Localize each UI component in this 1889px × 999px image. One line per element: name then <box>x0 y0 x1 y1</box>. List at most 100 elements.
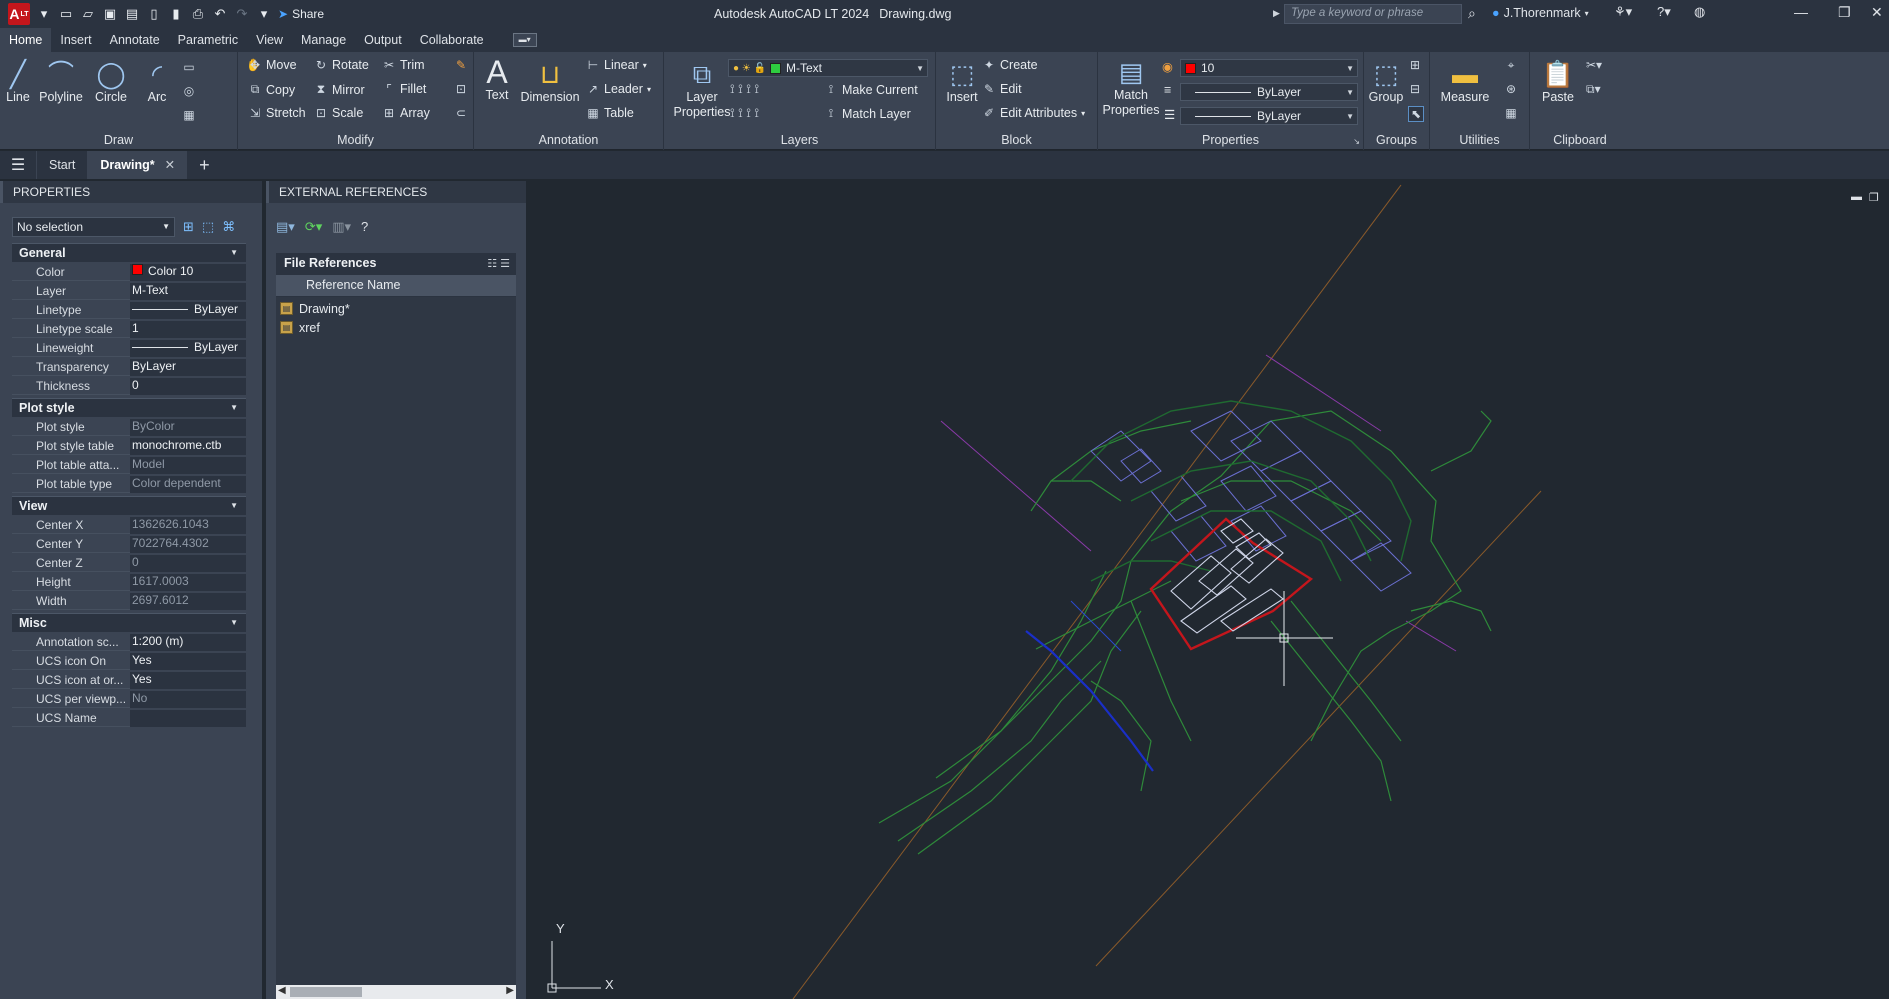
customize-qat-icon[interactable]: ▾ <box>256 6 272 22</box>
tab-collaborate[interactable]: Collaborate <box>411 28 493 52</box>
new-tab-icon[interactable]: + <box>187 155 222 176</box>
application-menu-button[interactable]: A LT <box>8 3 30 25</box>
color-wheel-icon[interactable]: ◉ <box>1162 59 1173 74</box>
lineweight-icon[interactable]: ≡ <box>1164 83 1171 97</box>
id-point-icon[interactable]: ⌖ <box>1504 58 1518 73</box>
autodesk-app-store-icon[interactable]: ⚘▾ <box>1614 4 1632 20</box>
prop-row-plot-style-table[interactable]: Plot style table monochrome.ctb <box>12 436 246 455</box>
save-icon[interactable]: ▣ <box>102 6 118 22</box>
clipboard-panel-title[interactable]: Clipboard <box>1530 130 1630 150</box>
attach-dwg-icon[interactable]: ▤▾ <box>276 219 295 235</box>
lineweight-dropdown[interactable]: ByLayer ▼ <box>1180 83 1358 101</box>
tab-annotate[interactable]: Annotate <box>101 28 169 52</box>
make-current-button[interactable]: ⟟ Make Current <box>824 82 918 97</box>
horizontal-scrollbar[interactable]: ◀ ▶ <box>276 985 516 999</box>
mirror-button[interactable]: ⧗ Mirror <box>314 82 365 97</box>
rotate-button[interactable]: ↻ Rotate <box>314 58 369 72</box>
tab-insert[interactable]: Insert <box>51 28 100 52</box>
change-path-icon[interactable]: ▥▾ <box>332 219 351 235</box>
toggle-pickadd-icon[interactable]: ⊞ <box>183 219 194 235</box>
open-from-web-icon[interactable]: ▯ <box>146 6 162 22</box>
layer-tools-row2-icons[interactable]: ⟟ ⟟ ⟟ ⟟ <box>730 106 759 121</box>
prop-row-center-z[interactable]: Center Z0 <box>12 553 246 572</box>
section-general[interactable]: General ▼ <box>12 243 246 262</box>
scroll-right-icon[interactable]: ▶ <box>506 985 514 996</box>
polyline-button[interactable]: ⌒ Polyline <box>38 58 84 104</box>
match-properties-button[interactable]: ▤ Match Properties <box>1102 56 1160 118</box>
modify-panel-title[interactable]: Modify <box>238 130 473 150</box>
cut-icon[interactable]: ✂▾ <box>1586 58 1602 72</box>
prop-row-height[interactable]: Height 1617.0003 <box>12 572 246 591</box>
menu-icon[interactable]: ☰ <box>0 155 36 175</box>
drawing-canvas[interactable]: ▬ ❐ Y X <box>531 181 1889 999</box>
section-misc[interactable]: Misc ▼ <box>12 613 246 632</box>
linetype-dropdown[interactable]: ByLayer ▼ <box>1180 107 1358 125</box>
block-panel-title[interactable]: Block <box>936 130 1097 150</box>
new-file-icon[interactable]: ▭ <box>58 6 74 22</box>
help-icon[interactable]: ?▾ <box>1657 4 1671 20</box>
section-plot-style[interactable]: Plot style ▼ <box>12 398 246 417</box>
save-to-web-icon[interactable]: ▮ <box>168 6 184 22</box>
tab-output[interactable]: Output <box>355 28 411 52</box>
erase-icon[interactable]: ✎ <box>454 58 468 72</box>
close-icon[interactable]: ✕ <box>1871 4 1883 21</box>
rectangle-icon[interactable]: ▭ <box>182 60 196 74</box>
prop-row-center-y[interactable]: Center Y 7022764.4302 <box>12 534 246 553</box>
save-as-icon[interactable]: ▤ <box>124 6 140 22</box>
list-view-icon[interactable]: ☷ ☰ <box>487 257 510 270</box>
linear-button[interactable]: ⊢ Linear ▾ <box>586 58 647 72</box>
layer-properties-button[interactable]: ⧉ Layer Properties <box>672 58 732 120</box>
calculator-icon[interactable]: ▦ <box>1504 106 1518 120</box>
offset-icon[interactable]: ⊂ <box>454 106 468 120</box>
refresh-icon[interactable]: ⟳▾ <box>305 219 322 235</box>
prop-row-width[interactable]: Width 2697.6012 <box>12 591 246 610</box>
help-icon[interactable]: ? <box>361 219 368 235</box>
prop-row-plot-table-type[interactable]: Plot table type Color dependent <box>12 474 246 493</box>
group-selection-icon[interactable]: ⬉ <box>1408 106 1424 122</box>
utilities-panel-title[interactable]: Utilities <box>1430 130 1529 150</box>
prop-row-color[interactable]: Color Color 10 <box>12 262 246 281</box>
plot-icon[interactable]: ⎙ <box>190 6 206 22</box>
minimize-icon[interactable]: — <box>1794 4 1808 20</box>
dialog-launcher-icon[interactable]: ↘ <box>1353 137 1360 146</box>
ribbon-minimize-toggle[interactable]: ▬▾ <box>512 33 537 47</box>
copy-clip-icon[interactable]: ⧉▾ <box>1586 82 1601 97</box>
annotation-panel-title[interactable]: Annotation <box>474 130 663 150</box>
scroll-left-icon[interactable]: ◀ <box>278 985 286 996</box>
ungroup-icon[interactable]: ⊞ <box>1408 58 1422 72</box>
selection-dropdown[interactable]: No selection ▼ <box>12 217 175 237</box>
explode-icon[interactable]: ⊡ <box>454 82 468 96</box>
search-icon[interactable]: ⌕ <box>1468 5 1476 22</box>
color-dropdown[interactable]: 10 ▼ <box>1180 59 1358 77</box>
move-button[interactable]: ✥ Move <box>248 58 297 72</box>
text-button[interactable]: A Text <box>482 56 512 102</box>
feedback-icon[interactable]: ◍ <box>1694 4 1705 20</box>
reference-name-column[interactable]: Reference Name <box>276 275 516 297</box>
user-account-button[interactable]: ● J.Thorenmark ▾ <box>1492 6 1589 20</box>
prop-row-linetype-scale[interactable]: Linetype scale 1 <box>12 319 246 338</box>
arc-button[interactable]: ◜ Arc <box>140 58 174 104</box>
layer-dropdown[interactable]: ● ☀ 🔓 M-Text ▼ <box>728 59 928 77</box>
quick-select-icon[interactable]: ⌘ <box>222 219 235 235</box>
close-tab-icon[interactable]: ✕ <box>165 151 175 179</box>
edit-block-button[interactable]: ✎ Edit <box>982 82 1022 96</box>
copy-button[interactable]: ⧉ Copy <box>248 82 295 97</box>
section-view[interactable]: View ▼ <box>12 496 246 515</box>
restore-icon[interactable]: ❐ <box>1838 4 1851 21</box>
open-folder-icon[interactable]: ▱ <box>80 6 96 22</box>
search-expand-icon[interactable]: ▶ <box>1273 8 1280 19</box>
prop-row-linetype[interactable]: Linetype ByLayer <box>12 300 246 319</box>
prop-row-ucs-icon-origin[interactable]: UCS icon at or... Yes <box>12 670 246 689</box>
trim-button[interactable]: ✂ Trim <box>382 58 425 72</box>
create-block-button[interactable]: ✦ Create <box>982 58 1038 72</box>
insert-block-button[interactable]: ⬚ Insert <box>942 58 982 104</box>
share-button[interactable]: ➤ Share <box>278 7 324 21</box>
prop-row-annotation-scale[interactable]: Annotation sc... 1:200 (m) <box>12 632 246 651</box>
hatch-icon[interactable]: ◎ <box>182 84 196 98</box>
prop-row-layer[interactable]: Layer M-Text <box>12 281 246 300</box>
prop-row-ucs-per-viewport[interactable]: UCS per viewp... No <box>12 689 246 708</box>
edit-attributes-button[interactable]: ✐ Edit Attributes ▾ <box>982 106 1085 120</box>
help-search-input[interactable]: Type a keyword or phrase <box>1284 4 1462 24</box>
prop-row-ucs-name[interactable]: UCS Name <box>12 708 246 727</box>
tab-parametric[interactable]: Parametric <box>169 28 247 52</box>
